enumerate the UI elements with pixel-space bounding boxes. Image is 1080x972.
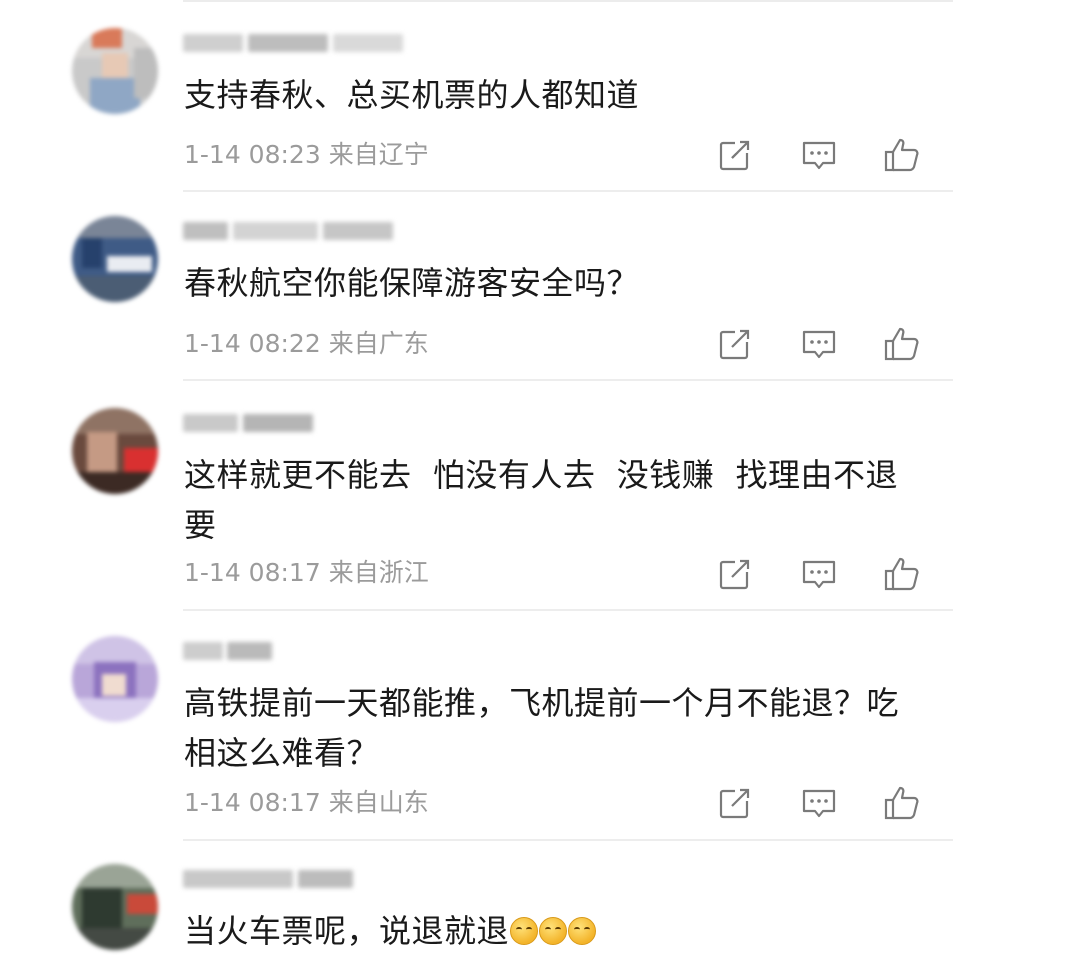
emoji-icon (510, 917, 539, 945)
comment-text: 当火车票呢，说退就退 (184, 906, 914, 956)
comment-text: 春秋航空你能保障游客安全吗？ (184, 264, 640, 302)
divider (183, 609, 953, 611)
avatar[interactable] (72, 28, 158, 114)
thumbs-up-icon[interactable] (882, 135, 922, 175)
username-redacted[interactable] (183, 642, 413, 662)
avatar[interactable] (72, 216, 158, 302)
username-redacted[interactable] (183, 34, 413, 54)
share-icon[interactable] (715, 554, 755, 594)
comment-icon[interactable] (799, 554, 839, 594)
thumbs-up-icon[interactable] (882, 783, 922, 823)
avatar[interactable] (72, 636, 158, 722)
divider (183, 190, 953, 192)
share-icon[interactable] (715, 783, 755, 823)
comment-actions (0, 324, 1080, 364)
divider (183, 839, 953, 841)
share-icon[interactable] (715, 324, 755, 364)
comment-text-content: 当火车票呢，说退就退 (184, 912, 510, 950)
comment-actions (0, 135, 1080, 175)
thumbs-up-icon[interactable] (882, 324, 922, 364)
divider (183, 379, 953, 381)
top-divider (183, 0, 953, 2)
emoji-icon (568, 917, 597, 945)
comment-text: 这样就更不能去 怕没有人去 没钱赚 找理由不退要 (184, 456, 899, 544)
comment-text: 支持春秋、总买机票的人都知道 (184, 76, 640, 114)
comment-actions (0, 783, 1080, 823)
username-redacted[interactable] (183, 870, 413, 890)
share-icon[interactable] (715, 135, 755, 175)
avatar[interactable] (72, 864, 158, 950)
emoji-icon (539, 917, 568, 945)
username-redacted[interactable] (183, 414, 413, 434)
comment-actions (0, 554, 1080, 594)
comment-icon[interactable] (799, 135, 839, 175)
comment-icon[interactable] (799, 324, 839, 364)
username-redacted[interactable] (183, 222, 413, 242)
thumbs-up-icon[interactable] (882, 554, 922, 594)
comment-text: 高铁提前一天都能推，飞机提前一个月不能退？吃相这么难看？ (184, 684, 900, 772)
comment-icon[interactable] (799, 783, 839, 823)
avatar[interactable] (72, 408, 158, 494)
